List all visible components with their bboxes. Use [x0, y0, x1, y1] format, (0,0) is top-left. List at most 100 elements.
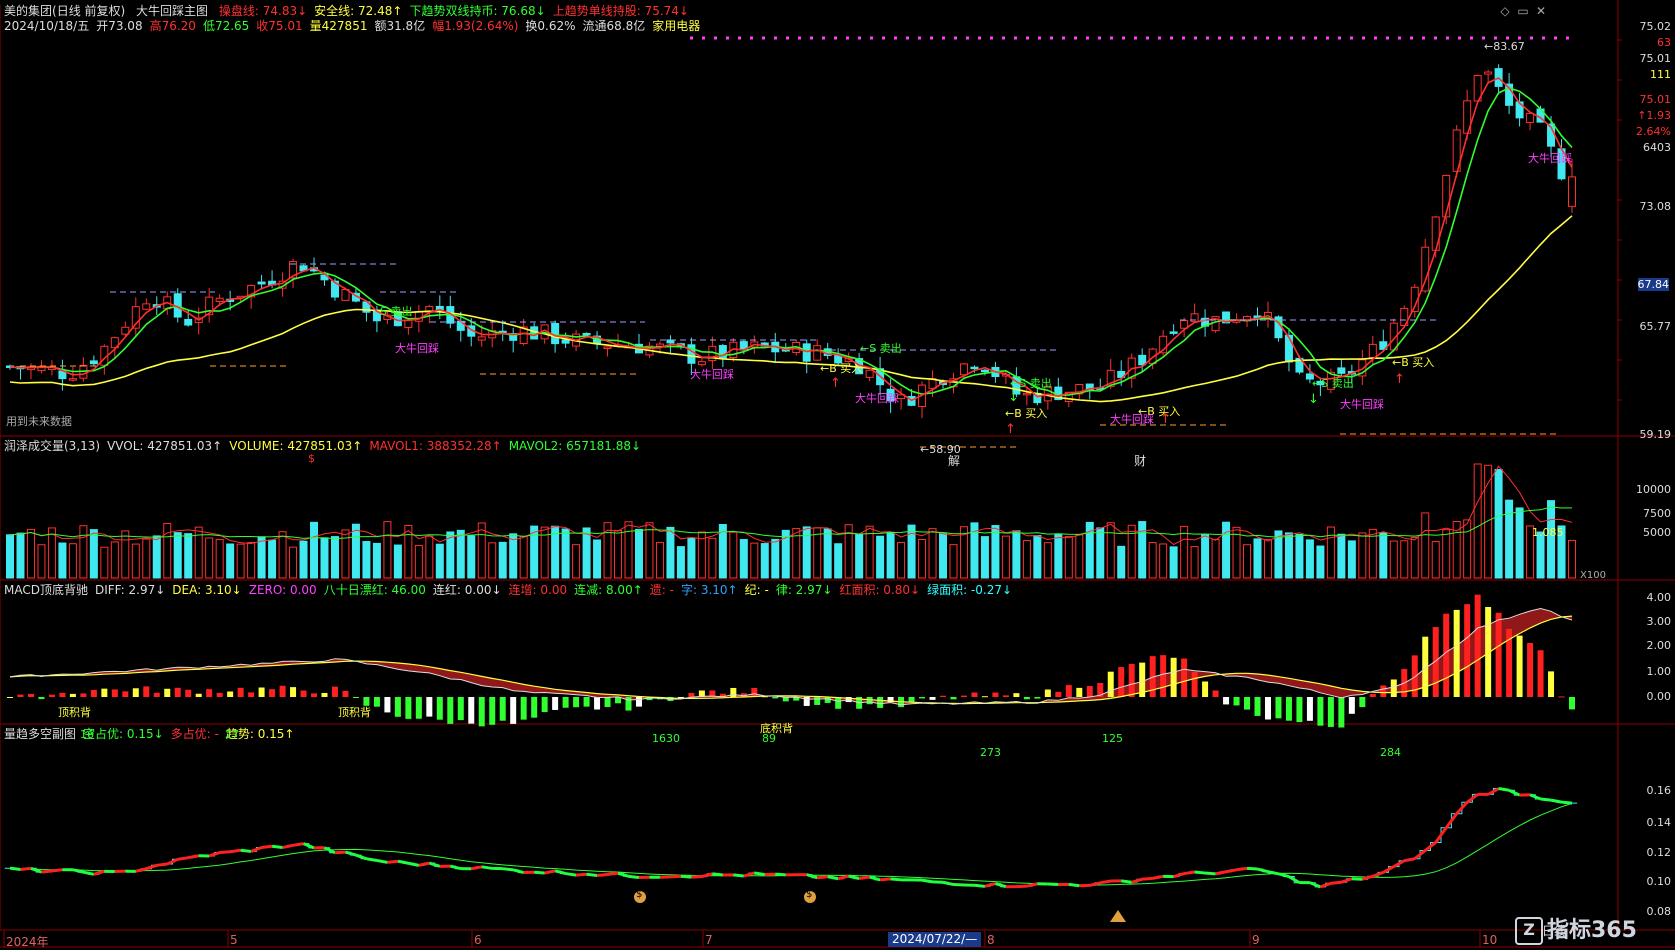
trend-axis-label-2: 0.12 — [1646, 846, 1672, 859]
candle-body-53 — [561, 339, 570, 344]
trend-seg-8 — [83, 870, 95, 876]
candle-body-111 — [1169, 331, 1178, 334]
stock-info-7: 幅1.93(2.64%) — [432, 19, 519, 33]
signal-arrow-4: ↓ — [1308, 392, 1319, 407]
time-axis-label-1: 5 — [230, 933, 238, 947]
time-axis-label-0: 2024年 — [6, 935, 49, 949]
operation-line — [9, 77, 1573, 402]
macd-hist-122 — [1285, 697, 1292, 721]
volume-unit: X100 — [1580, 570, 1606, 581]
price-axis-label-7: 6403 — [1643, 141, 1671, 154]
trend-seg-128 — [1340, 877, 1353, 884]
macd-hist-19 — [206, 689, 213, 697]
macd-hist-123 — [1296, 697, 1303, 723]
stock-name[interactable]: 美的集团 — [4, 4, 52, 18]
trend-seg-15 — [156, 862, 168, 867]
volume-bar-25 — [268, 539, 277, 579]
trend-seg-38 — [397, 859, 409, 865]
macd-hist-39 — [415, 697, 422, 719]
volume-bar-47 — [498, 541, 507, 579]
trend-seg-127 — [1330, 880, 1342, 885]
close-icon[interactable]: ✕ — [1534, 4, 1548, 18]
trend-seg-90 — [942, 880, 954, 887]
price-axis-label-10: 65.77 — [1639, 320, 1672, 333]
macd-hist-131 — [1380, 685, 1387, 697]
volume-bar-34 — [362, 541, 371, 579]
stock-period[interactable]: (日线 前复权) — [52, 4, 125, 18]
indicator-name[interactable]: 大牛回踩主图 — [136, 4, 208, 18]
trend-seg-29 — [302, 842, 315, 850]
stock-lines-0: 操盘线: 74.83↓ — [218, 4, 308, 18]
volume-ratio: 1.085 — [1532, 526, 1564, 539]
volume-bar-11 — [121, 530, 130, 579]
volume-bar-76 — [802, 526, 811, 579]
macd-hist-60 — [635, 697, 642, 707]
macd-count-3: 89 — [762, 732, 776, 745]
volume-bar-35 — [372, 542, 381, 579]
macd-hist-77 — [814, 697, 821, 705]
macd-hist-22 — [237, 687, 244, 697]
trend-seg-4 — [41, 869, 53, 874]
macd-hist-97 — [1023, 697, 1030, 700]
volume-bar-125 — [1316, 545, 1325, 579]
volume-bar-60 — [634, 528, 643, 579]
time-axis-label-4: 8 — [987, 933, 995, 947]
trend-seg-20 — [208, 851, 221, 858]
volume-bar-81 — [855, 533, 864, 579]
money-bag-label-1: $ — [806, 889, 813, 900]
macd-hist-11 — [122, 691, 129, 697]
macd-hist-27 — [290, 687, 297, 697]
macd-hist-99 — [1044, 689, 1051, 697]
volume-bar-49 — [519, 535, 528, 579]
macd-hist-49 — [520, 697, 527, 720]
volume-bar-38 — [404, 524, 413, 579]
volume-bar-142 — [1494, 469, 1503, 579]
volume-bar-126 — [1326, 526, 1335, 579]
trend-step-line — [4, 788, 1578, 888]
trend-seg-84 — [879, 877, 891, 882]
candle-body-20 — [215, 297, 224, 302]
trend-seg-113 — [1183, 870, 1195, 876]
volume-bar-104 — [1096, 527, 1105, 579]
volume-bar-102 — [1075, 534, 1084, 579]
price-axis-label-2: 75.01 — [1639, 52, 1672, 65]
trend-seg-72 — [754, 871, 766, 876]
trend-seg-80 — [837, 874, 850, 881]
macd-hist-8 — [90, 689, 97, 697]
trend_panel-header-0: 量趋多空副图 — [4, 727, 77, 741]
macd-hist-90 — [950, 697, 957, 700]
chart-canvas[interactable] — [0, 0, 1675, 950]
trend-seg-27 — [282, 843, 294, 850]
macd-header: MACD顶底背驰 DIFF: 2.97↓ DEA: 3.10↓ ZERO: 0.00 八… — [4, 583, 1019, 597]
volume-bar-108 — [1138, 521, 1147, 579]
trend-seg-93 — [974, 883, 986, 888]
signal-arrow-0: ↑ — [830, 376, 841, 391]
macd-hist-30 — [321, 692, 328, 697]
volume-bar-5 — [58, 542, 67, 579]
macd-hist-112 — [1181, 658, 1188, 697]
macd-hist-105 — [1107, 671, 1114, 697]
price-axis-label-3: 111 — [1650, 68, 1671, 81]
diamond-icon[interactable]: ◇ — [1498, 4, 1512, 18]
candle-body-82 — [865, 369, 874, 378]
macd-hist-2 — [27, 693, 34, 697]
selected-date[interactable]: 2024/07/22/— — [888, 932, 982, 947]
macd_panel-header-11: 律: 2.97↓ — [775, 583, 833, 597]
macd-count-2: 1630 — [652, 732, 680, 745]
volume-bar-65 — [687, 537, 696, 579]
trend-seg-65 — [680, 874, 692, 879]
volume-bar-12 — [131, 543, 140, 579]
trend-axis-label-0: 0.16 — [1646, 784, 1672, 797]
trend-seg-56 — [586, 872, 598, 878]
chart-workspace[interactable]: 美的集团(日线 前复权) 大牛回踩主图 操盘线: 74.83↓ 安全线: 72.4… — [0, 0, 1675, 950]
macd-hist-16 — [174, 687, 181, 697]
trend-seg-74 — [775, 872, 786, 877]
volume-bar-71 — [750, 542, 759, 579]
volume-bar-93 — [980, 536, 989, 579]
macd-hist-147 — [1548, 671, 1555, 697]
candle-body-145 — [1526, 112, 1535, 123]
volume-bar-131 — [1379, 532, 1388, 579]
macd-hist-6 — [69, 693, 76, 697]
signal-pullback-12: 大牛回踩 — [1340, 398, 1384, 411]
restore-icon[interactable]: ▭ — [1516, 4, 1530, 18]
